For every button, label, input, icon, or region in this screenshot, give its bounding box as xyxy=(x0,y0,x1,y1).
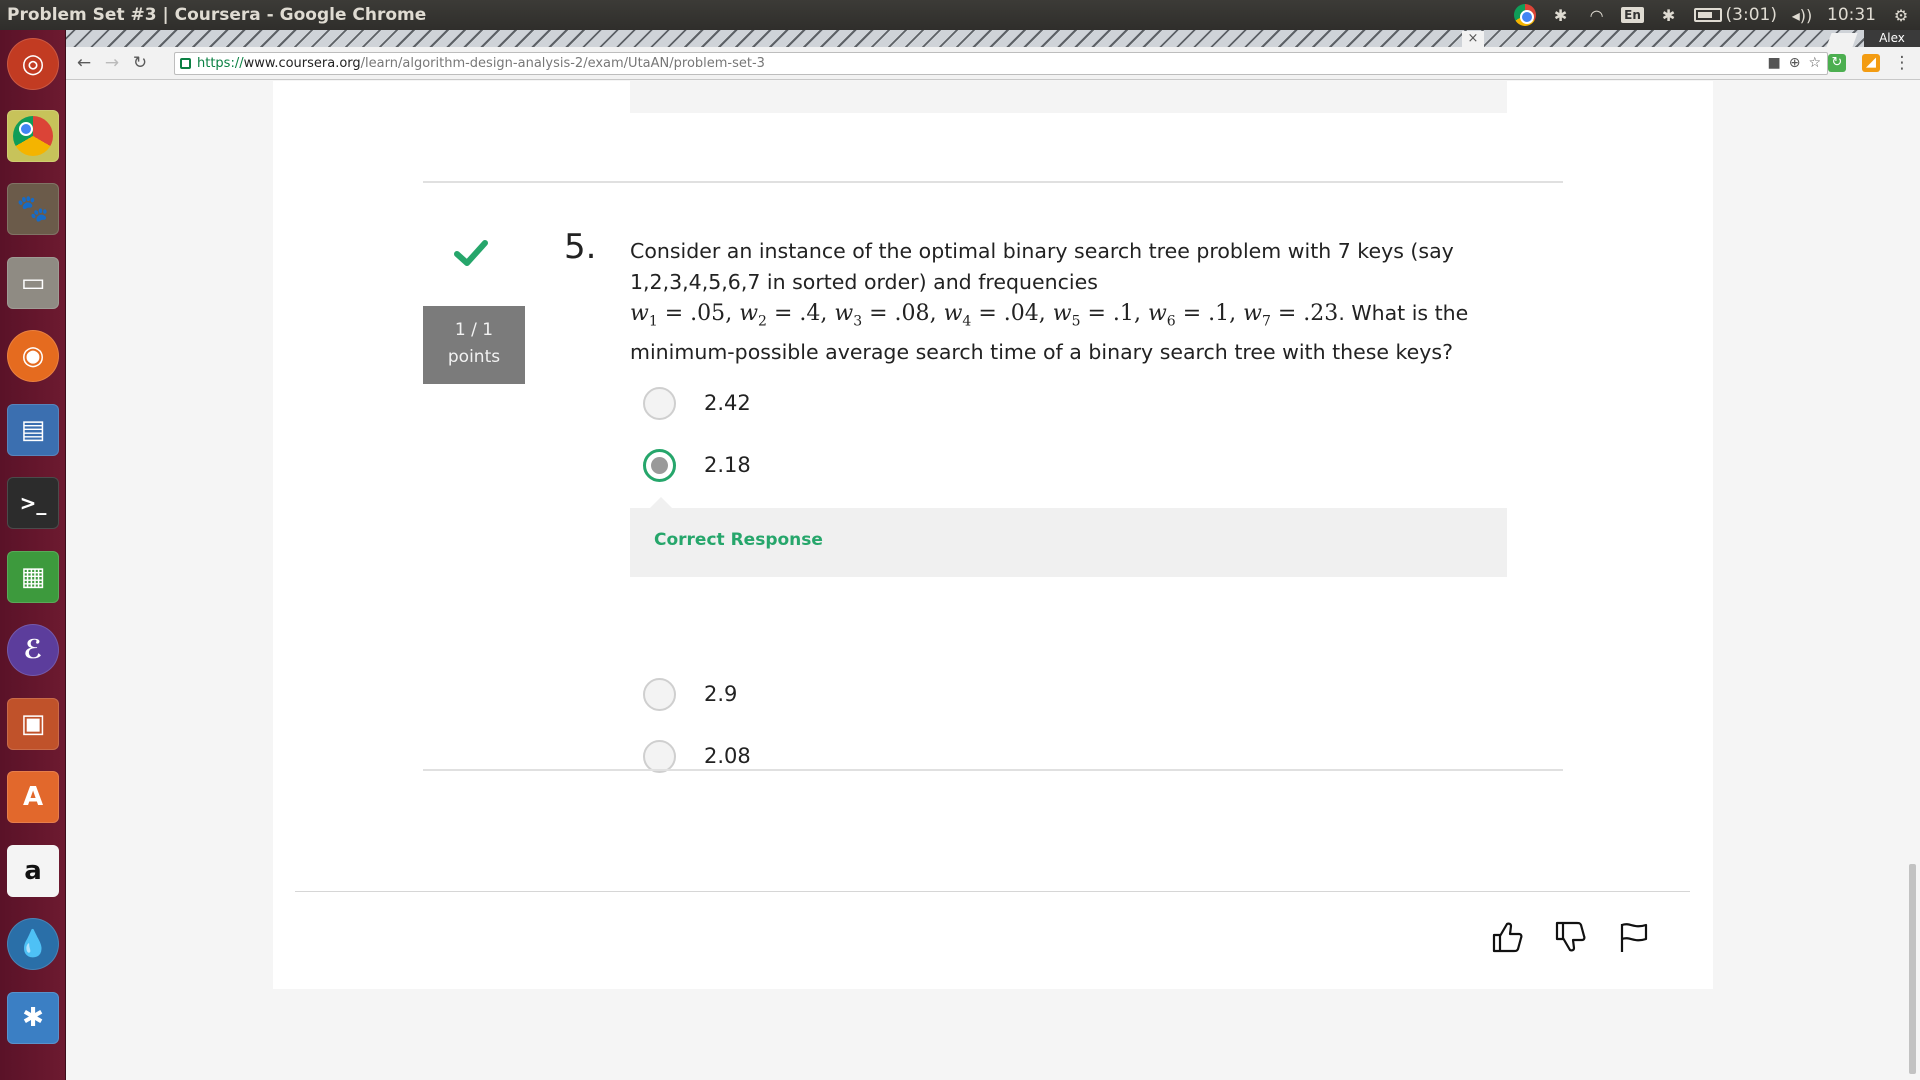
answer-option-label: 2.08 xyxy=(704,744,751,768)
software-center-icon[interactable]: A xyxy=(7,771,59,823)
extension-rss-icon[interactable]: ◢ xyxy=(1862,54,1880,72)
camera-icon[interactable]: ■ xyxy=(1767,55,1780,71)
answer-option-selected[interactable]: 2.18 xyxy=(643,447,751,483)
frequency-term: w7 = .23 xyxy=(1243,301,1339,330)
system-tray: ✱ ◠ En ✱ (3:01) ◂)) 10:31 ⚙ xyxy=(1513,3,1912,27)
page-viewport: 1 / 1 points 5. Consider an instance of … xyxy=(66,81,1906,1080)
drop-icon[interactable]: 💧 xyxy=(7,918,59,970)
divider-bottom xyxy=(423,769,1563,771)
gear-icon[interactable]: ⚙ xyxy=(1890,5,1912,25)
wifi-icon[interactable]: ◠ xyxy=(1586,5,1608,25)
browser-toolbar: ← → ↻ https://www.coursera.org/learn/alg… xyxy=(66,47,1920,80)
url-text[interactable]: https://www.coursera.org/learn/algorithm… xyxy=(197,56,765,71)
frequency-term: w6 = .1 xyxy=(1147,301,1230,330)
frequency-term: w2 = .4 xyxy=(739,301,821,330)
battery-indicator[interactable]: (3:01) xyxy=(1693,5,1777,25)
tab-strip: × Alex xyxy=(66,30,1920,47)
battery-time: (3:01) xyxy=(1725,5,1777,25)
answer-option[interactable]: 2.42 xyxy=(643,385,751,421)
chrome-menu-icon[interactable]: ⋮ xyxy=(1892,53,1912,73)
flag-icon[interactable] xyxy=(1616,919,1652,955)
radio-button-selected[interactable] xyxy=(643,448,676,482)
feedback-box: Correct Response xyxy=(630,497,1507,577)
page-scrollbar[interactable] xyxy=(1906,81,1920,1080)
window-title: Problem Set #3 | Coursera - Google Chrom… xyxy=(7,5,427,25)
answer-option-label: 2.18 xyxy=(704,453,751,477)
bluetooth-icon[interactable]: ✱ xyxy=(7,992,59,1044)
os-top-bar: Problem Set #3 | Coursera - Google Chrom… xyxy=(0,0,1920,30)
correct-check-icon xyxy=(454,240,488,266)
answer-option[interactable]: 2.9 xyxy=(643,676,737,712)
emacs-icon[interactable]: ℰ xyxy=(7,624,59,676)
back-button[interactable]: ← xyxy=(74,53,94,73)
amazon-icon[interactable]: a xyxy=(7,845,59,897)
chrome-icon[interactable] xyxy=(7,110,59,162)
frequency-term: w1 = .05 xyxy=(630,301,726,330)
image-viewer-icon[interactable]: ▤ xyxy=(7,404,59,456)
terminal-icon[interactable]: >_ xyxy=(7,477,59,529)
score-unit: points xyxy=(447,347,501,367)
thumbs-down-icon[interactable] xyxy=(1552,919,1588,955)
footer-divider xyxy=(295,891,1690,892)
previous-feedback-box xyxy=(630,81,1507,113)
address-bar[interactable]: https://www.coursera.org/learn/algorithm… xyxy=(174,52,1828,75)
launcher: ◎ 🐾 ▭ ◉ ▤ >_ ▦ ℰ ▣ A a 💧 ✱ xyxy=(0,30,66,1080)
answer-option-label: 2.9 xyxy=(704,682,738,706)
reload-button[interactable]: ↻ xyxy=(130,53,150,73)
frequency-term: w5 = .1 xyxy=(1052,301,1134,330)
forward-button[interactable]: → xyxy=(102,53,122,73)
scrollbar-thumb[interactable] xyxy=(1909,864,1916,1074)
tab-close-button[interactable]: × xyxy=(1462,31,1484,47)
score-box: 1 / 1 points xyxy=(423,306,525,384)
chrome-indicator-icon[interactable] xyxy=(1513,4,1536,26)
zoom-icon[interactable]: ⊕ xyxy=(1789,55,1801,71)
answer-option-label: 2.42 xyxy=(704,391,751,415)
keyboard-layout-icon[interactable]: En xyxy=(1621,5,1644,25)
frequency-term: w4 = .04 xyxy=(943,301,1039,330)
lock-icon xyxy=(180,58,191,69)
clock[interactable]: 10:31 xyxy=(1827,5,1876,25)
ubuntu-dash-icon[interactable]: ◎ xyxy=(7,38,59,90)
profile-button[interactable]: Alex xyxy=(1864,30,1920,47)
radio-button[interactable] xyxy=(643,739,676,773)
question-text: Consider an instance of the optimal bina… xyxy=(630,236,1480,368)
files-icon[interactable]: ▭ xyxy=(7,257,59,309)
radio-button[interactable] xyxy=(643,386,676,420)
gimp-icon[interactable]: 🐾 xyxy=(7,183,59,235)
firefox-icon[interactable]: ◉ xyxy=(7,330,59,382)
question-card: 1 / 1 points 5. Consider an instance of … xyxy=(273,81,1713,989)
bluetooth-icon[interactable]: ✱ xyxy=(1550,5,1572,25)
presentation-icon[interactable]: ▣ xyxy=(7,698,59,750)
question-text-intro: Consider an instance of the optimal bina… xyxy=(630,239,1454,294)
radio-button[interactable] xyxy=(643,677,676,711)
frequencies-math: w1 = .05, w2 = .4, w3 = .08, w4 = .04, w… xyxy=(630,301,1339,330)
bluetooth-secondary-icon[interactable]: ✱ xyxy=(1658,5,1680,25)
thumbs-up-icon[interactable] xyxy=(1489,919,1525,955)
volume-icon[interactable]: ◂)) xyxy=(1791,5,1813,25)
spreadsheet-icon[interactable]: ▦ xyxy=(7,551,59,603)
new-tab-button[interactable] xyxy=(1826,33,1858,47)
feedback-text: Correct Response xyxy=(654,530,823,550)
battery-icon xyxy=(1693,8,1722,22)
question-number: 5. xyxy=(564,227,597,267)
divider-top xyxy=(423,181,1563,183)
extension-refresh-icon[interactable]: ↻ xyxy=(1828,54,1846,72)
score-value: 1 / 1 xyxy=(454,320,494,340)
frequency-term: w3 = .08 xyxy=(834,301,930,330)
bookmark-star-icon[interactable]: ☆ xyxy=(1808,55,1821,71)
